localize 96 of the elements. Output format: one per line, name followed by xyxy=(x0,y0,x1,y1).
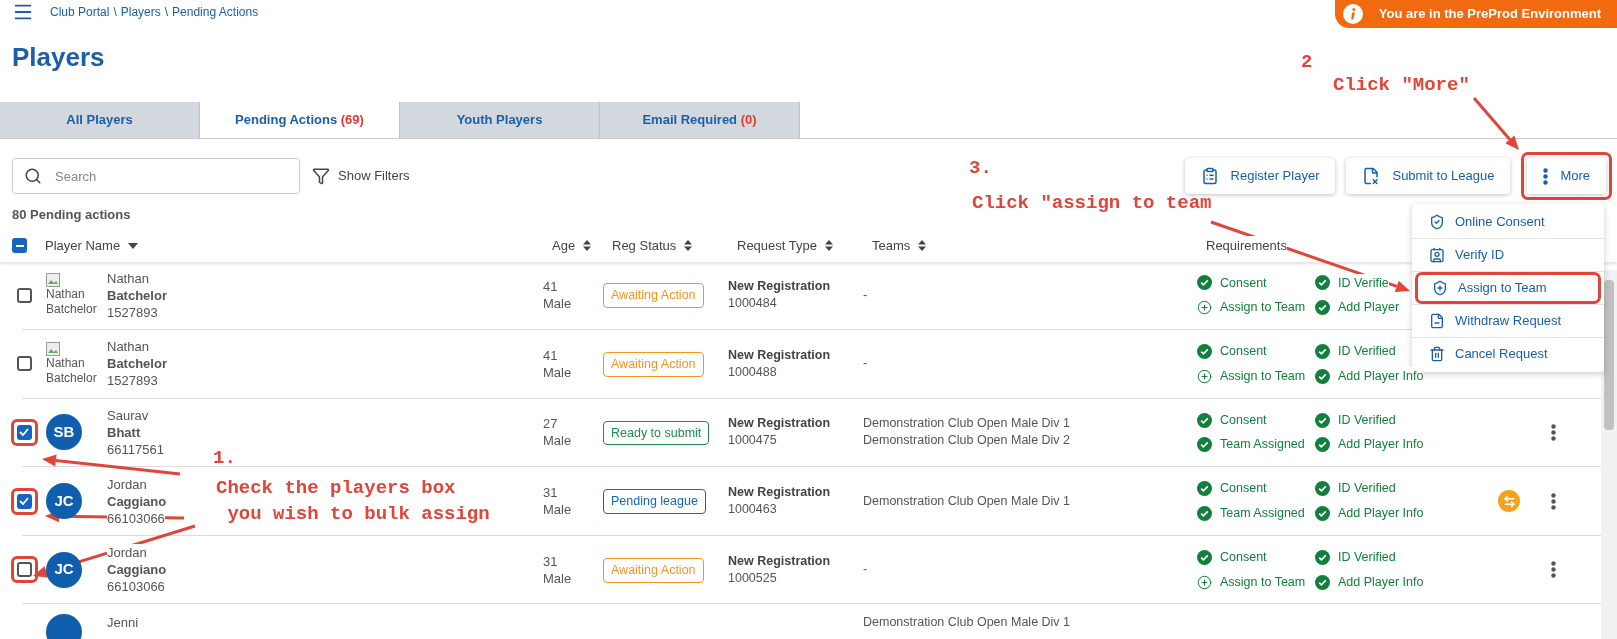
id-card-icon xyxy=(1429,247,1445,263)
shield-icon xyxy=(1432,280,1448,296)
scrollbar[interactable] xyxy=(1601,270,1617,639)
clipboard-icon xyxy=(1200,167,1219,185)
toolbar-button[interactable]: Submit to League xyxy=(1346,158,1511,194)
request-id: 1000484 xyxy=(728,295,777,313)
annotation-text: you wish to bulk assign xyxy=(226,502,490,527)
avatar: SB xyxy=(46,414,82,451)
kebab-icon[interactable] xyxy=(1550,424,1556,441)
sort-icon[interactable] xyxy=(684,240,693,251)
trash-icon xyxy=(1429,346,1445,362)
request-type: New Registration xyxy=(728,552,831,570)
request-id: 1000525 xyxy=(728,569,777,587)
row-checkbox[interactable] xyxy=(16,287,32,303)
environment-text: You are in the PreProd Environment xyxy=(1378,5,1601,24)
avatar: JC xyxy=(46,551,82,588)
menu-item[interactable]: Assign to Team xyxy=(1415,272,1601,304)
player-gender: Male xyxy=(543,363,572,381)
annotation-text: Check the players box xyxy=(216,476,456,501)
player-age: 27 xyxy=(543,415,558,433)
image-alt-text: Nathan Batchelor xyxy=(46,355,97,386)
request-type: New Registration xyxy=(728,415,831,433)
team-name: Demonstration Club Open Male Div 1 xyxy=(863,415,1071,433)
info-icon xyxy=(1342,4,1363,24)
team-name: Demonstration Club Open Male Div 1 xyxy=(863,492,1071,510)
tab[interactable]: Youth Players xyxy=(400,102,600,138)
menu-item[interactable]: Withdraw Request xyxy=(1415,305,1601,337)
document-icon xyxy=(1362,167,1381,185)
annotation-arrow xyxy=(1472,97,1519,150)
row-checkbox[interactable] xyxy=(16,562,32,578)
search-field[interactable]: Search xyxy=(12,158,300,194)
annotation-text: 3. xyxy=(969,156,992,181)
request-type: New Registration xyxy=(728,346,831,364)
breadcrumb-link[interactable]: Pending Actions xyxy=(172,3,259,21)
team-name: Demonstration Club Open Male Div 1 xyxy=(863,614,1071,632)
shield-icon xyxy=(1429,214,1445,230)
sort-icon[interactable] xyxy=(583,240,592,251)
broken-image-icon xyxy=(46,273,60,288)
status-badge: Pending league xyxy=(603,489,706,514)
image-alt-text: Nathan Batchelor xyxy=(46,287,97,318)
breadcrumb-separator: \ xyxy=(113,4,117,21)
sort-icon[interactable] xyxy=(825,240,833,251)
player-gender: Male xyxy=(543,295,572,313)
document-icon xyxy=(1429,313,1445,329)
row-checkbox[interactable] xyxy=(16,493,32,509)
requirement-label: Add Player Info xyxy=(1338,366,1424,386)
annotation-text: Click "assign to team xyxy=(972,191,1212,216)
request-id: 1000488 xyxy=(728,363,777,381)
tab[interactable]: All Players xyxy=(0,102,200,138)
toolbar-button[interactable]: Register Player xyxy=(1184,158,1336,194)
team-name: - xyxy=(863,355,868,373)
player-age: 31 xyxy=(543,484,558,502)
avatar: JC xyxy=(46,483,82,520)
status-badge: Ready to submit xyxy=(603,420,710,446)
request-id: 1000475 xyxy=(728,432,777,450)
search-icon xyxy=(24,167,42,185)
player-age: 41 xyxy=(543,346,558,364)
team-name: - xyxy=(863,561,868,579)
menu-item[interactable]: Verify ID xyxy=(1415,239,1601,271)
team-name: Demonstration Club Open Male Div 2 xyxy=(863,432,1071,450)
show-filters-button[interactable]: Show Filters xyxy=(312,166,410,186)
team-name: - xyxy=(863,286,868,304)
select-all-checkbox[interactable] xyxy=(12,238,27,253)
broken-image-icon xyxy=(46,341,60,356)
request-type: New Registration xyxy=(728,484,831,502)
status-badge: Awaiting Action xyxy=(603,557,704,583)
status-badge: Awaiting Action xyxy=(603,352,704,377)
menu-item[interactable]: Cancel Request xyxy=(1415,338,1601,370)
kebab-icon xyxy=(1543,167,1549,185)
sort-icon[interactable] xyxy=(918,240,927,251)
annotation-text: 1. xyxy=(213,446,236,471)
request-id: 1000463 xyxy=(728,501,777,519)
kebab-icon[interactable] xyxy=(1550,492,1556,510)
filter-icon xyxy=(312,167,330,185)
annotation-text: Click "More" xyxy=(1333,73,1470,98)
toolbar-button[interactable]: More xyxy=(1527,158,1606,194)
player-gender: Male xyxy=(543,569,572,587)
kebab-icon[interactable] xyxy=(1550,561,1556,579)
breadcrumb-link[interactable]: Players xyxy=(120,3,161,21)
player-age: 31 xyxy=(543,552,558,570)
annotation-text: 2 xyxy=(1301,50,1313,75)
breadcrumb-separator: \ xyxy=(164,4,169,21)
tab[interactable]: Email Required (0) xyxy=(600,102,800,138)
row-checkbox[interactable] xyxy=(16,356,32,372)
row-checkbox[interactable] xyxy=(16,425,32,440)
sort-down-icon[interactable] xyxy=(128,242,139,249)
column-header[interactable]: Requirements xyxy=(1206,235,1287,256)
breadcrumb-link[interactable]: Club Portal xyxy=(50,3,110,21)
request-type: New Registration xyxy=(728,278,831,296)
summary-text: 80 Pending actions xyxy=(12,206,131,224)
menu-item[interactable]: Online Consent xyxy=(1415,206,1601,238)
player-gender: Male xyxy=(543,501,572,519)
status-badge: Awaiting Action xyxy=(603,283,704,309)
page-title: Players xyxy=(12,41,105,74)
player-age: 41 xyxy=(543,278,558,296)
player-gender: Male xyxy=(543,432,572,450)
